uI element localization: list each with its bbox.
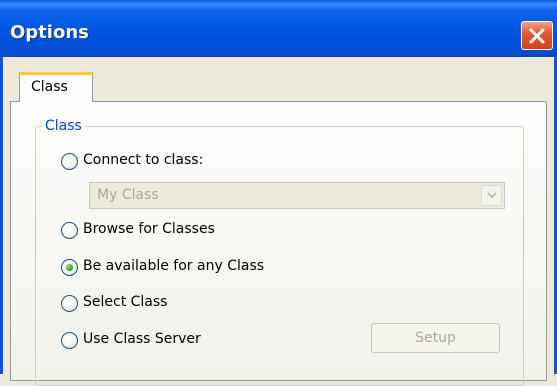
window-border-left <box>0 57 3 374</box>
radio-label: Use Class Server <box>83 331 201 347</box>
tab-label: Class <box>31 79 68 95</box>
radio-button[interactable] <box>61 153 78 170</box>
combobox-dropdown-button[interactable] <box>481 185 502 206</box>
combobox-value: My Class <box>97 187 159 203</box>
groupbox-legend: Class <box>42 118 85 134</box>
options-dialog: Options Class Class Connect to class: My… <box>0 0 557 386</box>
radio-button[interactable] <box>61 295 78 312</box>
radio-label: Connect to class: <box>83 152 204 168</box>
title-bar[interactable]: Options <box>0 0 557 57</box>
radio-label: Be available for any Class <box>83 258 265 274</box>
tab-class[interactable]: Class <box>19 72 93 102</box>
close-button[interactable] <box>521 21 553 50</box>
radio-button[interactable] <box>61 332 78 349</box>
radio-button-checked[interactable] <box>61 259 78 276</box>
radio-label: Select Class <box>83 294 168 310</box>
setup-button[interactable]: Setup <box>371 323 500 353</box>
chevron-down-icon <box>487 192 497 199</box>
radio-label: Browse for Classes <box>83 221 215 237</box>
close-icon <box>529 28 545 44</box>
radio-button[interactable] <box>61 222 78 239</box>
class-combobox[interactable]: My Class <box>89 182 505 209</box>
window-title: Options <box>10 22 89 43</box>
